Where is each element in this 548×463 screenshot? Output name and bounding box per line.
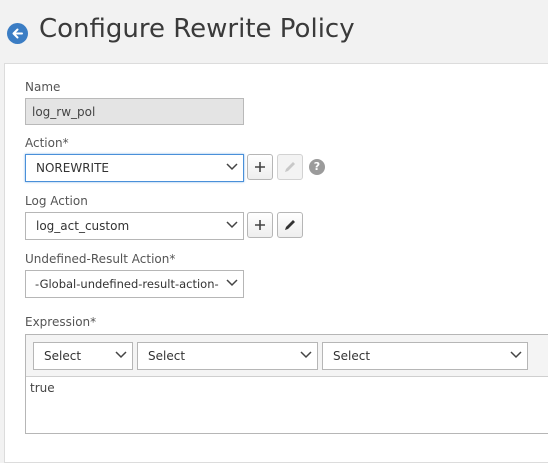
log-action-label: Log Action: [25, 194, 88, 208]
plus-icon: [255, 162, 265, 172]
action-select-value: NOREWRITE: [36, 161, 109, 175]
pencil-icon: [285, 220, 295, 230]
pencil-icon: [285, 162, 295, 172]
chevron-down-icon: [226, 163, 238, 171]
chevron-down-icon: [115, 351, 127, 359]
page-title: Configure Rewrite Policy: [39, 14, 355, 44]
expression-select-2-value: Select: [148, 349, 186, 363]
name-label: Name: [25, 80, 61, 94]
expression-select-3[interactable]: Select: [322, 342, 528, 370]
expression-select-2[interactable]: Select: [137, 342, 318, 370]
back-button[interactable]: [7, 23, 28, 44]
undefined-result-action-select[interactable]: -Global-undefined-result-action-: [25, 270, 244, 298]
page-header: Configure Rewrite Policy: [0, 0, 548, 62]
edit-log-action-button[interactable]: [277, 212, 303, 238]
undefined-result-action-value: -Global-undefined-result-action-: [35, 277, 219, 291]
expression-select-1[interactable]: Select: [33, 342, 133, 370]
chevron-down-icon: [300, 351, 312, 359]
edit-action-button[interactable]: [277, 154, 303, 180]
add-action-button[interactable]: [247, 154, 273, 180]
plus-icon: [255, 220, 265, 230]
action-label: Action*: [25, 136, 69, 150]
action-select[interactable]: NOREWRITE: [25, 154, 244, 182]
help-icon[interactable]: ?: [309, 159, 325, 175]
undefined-result-action-label: Undefined-Result Action*: [25, 252, 176, 266]
chevron-down-icon: [226, 279, 238, 287]
chevron-down-icon: [510, 351, 522, 359]
chevron-down-icon: [226, 221, 238, 229]
add-log-action-button[interactable]: [247, 212, 273, 238]
expression-select-1-value: Select: [44, 349, 82, 363]
expression-select-3-value: Select: [333, 349, 371, 363]
expression-text[interactable]: true: [30, 381, 55, 395]
log-action-select[interactable]: log_act_custom: [25, 212, 244, 240]
expression-label: Expression*: [25, 315, 97, 329]
log-action-select-value: log_act_custom: [36, 219, 130, 233]
arrow-left-icon: [12, 28, 23, 39]
name-field[interactable]: log_rw_pol: [25, 98, 244, 125]
